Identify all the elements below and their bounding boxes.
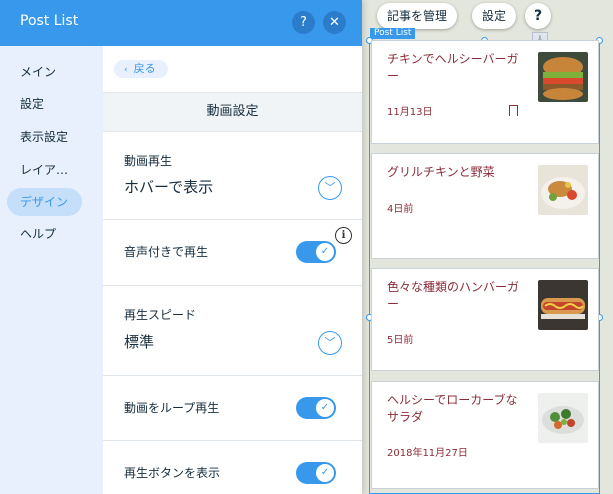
editor-help-button[interactable]: ?	[525, 3, 551, 29]
loop-video-label: 動画をループ再生	[124, 401, 220, 415]
playback-speed-label: 再生スピード	[124, 308, 197, 322]
editor-settings-button[interactable]: 設定	[472, 3, 517, 29]
list-item[interactable]: チキンでヘルシーバーガー 11月13日	[371, 40, 599, 144]
panel-title: Post List	[20, 13, 79, 29]
chevron-down-icon[interactable]: ﹀	[318, 331, 342, 355]
post-date: 5日前	[387, 335, 414, 346]
list-item[interactable]: 色々な種類のハンバーガー 5日前	[371, 268, 599, 371]
play-with-sound-label: 音声付きで再生	[124, 245, 209, 259]
chicken-photo[interactable]	[538, 165, 588, 215]
back-row: ‹ 戻る	[103, 46, 362, 92]
list-item[interactable]: グリルチキンと野菜 4日前	[371, 153, 599, 259]
show-play-button-setting: 再生ボタンを表示 ✓	[103, 441, 362, 494]
sidebar-item-main[interactable]: メイン	[7, 58, 82, 86]
post-date: 4日前	[387, 204, 414, 215]
show-play-button-toggle[interactable]: ✓	[296, 462, 336, 484]
info-icon[interactable]: i	[335, 227, 352, 244]
show-play-button-label: 再生ボタンを表示	[124, 466, 221, 480]
check-icon: ✓	[316, 243, 334, 261]
back-button[interactable]: ‹ 戻る	[114, 60, 168, 78]
playback-speed-value[interactable]: 標準	[124, 331, 154, 352]
editor-canvas: 記事を管理 設定 ? Post List ⤓ チキンでヘルシーバーガー 11月1…	[362, 0, 613, 494]
chevron-down-icon[interactable]: ﹀	[318, 176, 342, 200]
manage-posts-button[interactable]: 記事を管理	[377, 3, 458, 29]
post-title[interactable]: チキンでヘルシーバーガー	[387, 51, 527, 85]
salad-photo[interactable]	[538, 393, 588, 443]
post-date: 2018年11月27日	[387, 448, 468, 459]
settings-panel: Post List ? ✕ メイン 設定 表示設定 レイア… デザイン ヘルプ …	[0, 0, 362, 494]
back-label: 戻る	[133, 62, 156, 75]
check-icon: ✓	[316, 399, 334, 417]
loop-video-setting: 動画をループ再生 ✓	[103, 376, 362, 441]
bookmark-icon[interactable]	[509, 105, 518, 116]
video-playback-setting: 動画再生 ホバーで表示 ﹀	[103, 132, 362, 220]
sidebar-item-layout[interactable]: レイア…	[7, 156, 82, 184]
sidebar-item-settings[interactable]: 設定	[7, 90, 82, 118]
play-with-sound-setting: 音声付きで再生 ✓ i	[103, 220, 362, 286]
help-button[interactable]: ?	[292, 11, 315, 34]
sidebar-item-design[interactable]: デザイン	[7, 188, 82, 216]
burger-photo[interactable]	[538, 52, 588, 102]
post-title[interactable]: グリルチキンと野菜	[387, 164, 527, 181]
component-label: Post List	[370, 28, 416, 39]
list-item[interactable]: ヘルシーでローカーブなサラダ 2018年11月27日	[371, 381, 599, 489]
check-icon: ✓	[316, 464, 334, 482]
panel-header: Post List ? ✕	[0, 0, 362, 46]
playback-speed-setting: 再生スピード 標準 ﹀	[103, 286, 362, 376]
sidebar-item-display[interactable]: 表示設定	[7, 123, 82, 151]
loop-video-toggle[interactable]: ✓	[296, 397, 336, 419]
post-title[interactable]: ヘルシーでローカーブなサラダ	[387, 392, 527, 426]
video-playback-label: 動画再生	[124, 154, 173, 168]
post-title[interactable]: 色々な種類のハンバーガー	[387, 279, 527, 313]
video-playback-value[interactable]: ホバーで表示	[124, 176, 213, 197]
play-with-sound-toggle[interactable]: ✓	[296, 241, 336, 263]
sidebar-item-help[interactable]: ヘルプ	[7, 220, 82, 248]
settings-content: ‹ 戻る 動画設定 動画再生 ホバーで表示 ﹀ 音声付きで再生 ✓ i 再生スピー…	[103, 46, 362, 494]
close-button[interactable]: ✕	[323, 11, 346, 34]
post-date: 11月13日	[387, 107, 433, 118]
section-title: 動画設定	[103, 92, 362, 132]
chevron-left-icon: ‹	[124, 65, 128, 75]
hotdog-photo[interactable]	[538, 280, 588, 330]
sidebar-nav: メイン 設定 表示設定 レイア… デザイン ヘルプ	[0, 46, 103, 494]
